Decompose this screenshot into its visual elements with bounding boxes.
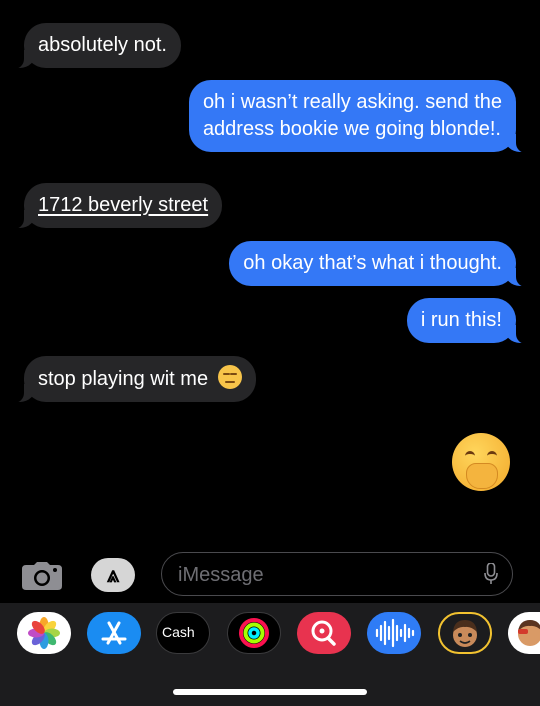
audio-icon xyxy=(375,618,415,648)
message-text-line: address bookie we going blonde!. xyxy=(202,118,501,140)
app-drawer: Cash xyxy=(0,603,540,706)
message-text-line: oh i wasn’t really asking. send the xyxy=(202,91,502,113)
fitness-app[interactable] xyxy=(227,612,281,654)
photos-icon xyxy=(28,617,60,649)
camera-icon[interactable] xyxy=(22,562,62,590)
home-indicator[interactable] xyxy=(173,689,367,695)
outgoing-message[interactable]: oh okay that’s what i thought. xyxy=(229,241,526,287)
incoming-message[interactable]: 1712 beverly street xyxy=(13,183,223,229)
audio-message-app[interactable] xyxy=(367,612,421,654)
message-thread: absolutely not. oh i wasn’t really askin… xyxy=(0,0,540,540)
memoji-stickers-app[interactable] xyxy=(508,612,540,654)
face-with-hand-over-mouth-icon[interactable] xyxy=(452,433,510,491)
microphone-icon[interactable] xyxy=(484,562,498,585)
fitness-icon xyxy=(239,618,269,648)
address-link[interactable]: 1712 beverly street xyxy=(38,194,208,216)
memoji-icon xyxy=(453,620,477,647)
memoji-sticker-icon xyxy=(518,620,540,646)
image-search-icon xyxy=(311,620,336,646)
message-text: i run this! xyxy=(420,309,502,331)
message-text: oh okay that’s what i thought. xyxy=(243,252,502,274)
compose-bar: ⩓ xyxy=(0,550,540,600)
photos-app[interactable] xyxy=(17,612,71,654)
apple-cash-app[interactable]: Cash xyxy=(156,612,210,654)
message-input[interactable] xyxy=(176,559,460,591)
app-store-icon: ⩓ xyxy=(106,562,120,587)
memoji-app[interactable] xyxy=(438,612,492,654)
image-search-app[interactable] xyxy=(297,612,351,654)
message-text: absolutely not. xyxy=(38,34,167,56)
app-store-icon xyxy=(101,621,127,645)
outgoing-message[interactable]: oh i wasn’t really asking. send the addr… xyxy=(188,80,527,153)
incoming-message[interactable]: absolutely not. xyxy=(14,23,181,69)
message-text: stop playing wit me xyxy=(38,368,209,390)
incoming-message[interactable]: stop playing wit me xyxy=(14,356,256,403)
message-field[interactable] xyxy=(161,552,513,596)
app-store-button[interactable]: ⩓ xyxy=(91,558,135,592)
expressionless-face-icon xyxy=(217,365,242,389)
outgoing-message[interactable]: i run this! xyxy=(406,298,527,344)
apple-cash-label: Cash xyxy=(162,624,195,640)
app-store-app[interactable] xyxy=(87,612,141,654)
